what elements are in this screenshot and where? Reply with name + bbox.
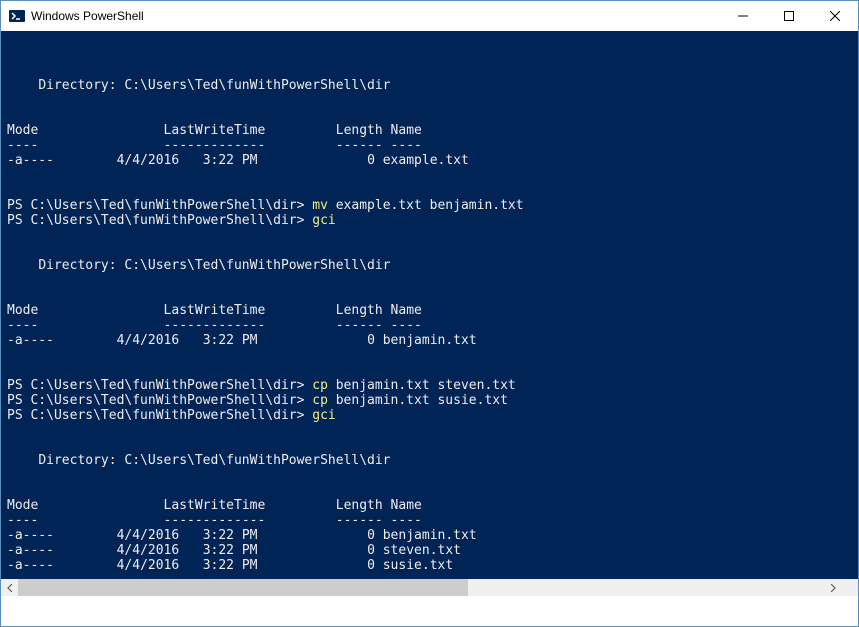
window-controls [720,1,858,30]
file-row: -a---- 4/4/2016 3:22 PM 0 steven.txt [7,543,461,558]
scroll-track[interactable] [18,579,824,596]
window-title: Windows PowerShell [31,9,720,23]
prompt-line: PS C:\Users\Ted\funWithPowerShell\dir> m… [7,198,524,213]
directory-label: Directory: [38,78,124,93]
titlebar[interactable]: Windows PowerShell [1,1,858,31]
cmd: gci [312,408,335,423]
file-row: -a---- 4/4/2016 3:22 PM 0 susie.txt [7,558,453,573]
cmd: cp [312,393,328,408]
horizontal-scrollbar[interactable] [1,579,858,596]
file-row: -a---- 4/4/2016 3:22 PM 0 example.txt [7,153,469,168]
console-wrap: Directory: C:\Users\Ted\funWithPowerShel… [1,31,858,626]
console[interactable]: Directory: C:\Users\Ted\funWithPowerShel… [1,31,858,579]
powershell-icon [9,8,25,24]
cmd: cp [312,378,328,393]
file-row: -a---- 4/4/2016 3:22 PM 0 benjamin.txt [7,528,477,543]
prompt-line: PS C:\Users\Ted\funWithPowerShell\dir> c… [7,378,516,393]
directory-path: C:\Users\Ted\funWithPowerShell\dir [124,78,390,93]
col-mode: Mode [7,123,38,138]
prompt-line: PS C:\Users\Ted\funWithPowerShell\dir> c… [7,393,508,408]
console-output: Directory: C:\Users\Ted\funWithPowerShel… [7,63,858,579]
scroll-thumb[interactable] [18,579,468,596]
prompt-line: PS C:\Users\Ted\funWithPowerShell\dir> g… [7,408,336,423]
cmd: mv [312,198,328,213]
cmd: gci [312,213,335,228]
scroll-right-button[interactable] [824,579,841,596]
prompt-line: PS C:\Users\Ted\funWithPowerShell\dir> g… [7,213,336,228]
file-row: -a---- 4/4/2016 3:22 PM 0 benjamin.txt [7,333,477,348]
maximize-button[interactable] [766,1,812,30]
close-button[interactable] [812,1,858,30]
col-lastwrite: LastWriteTime [164,123,266,138]
col-length: Length [336,123,383,138]
scroll-left-button[interactable] [1,579,18,596]
col-name: Name [391,123,422,138]
minimize-button[interactable] [720,1,766,30]
